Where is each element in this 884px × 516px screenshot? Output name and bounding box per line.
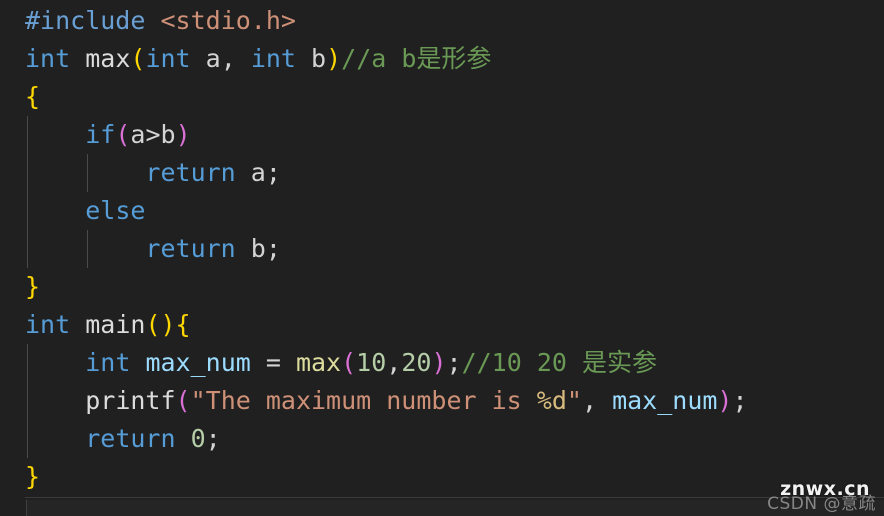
- code-line[interactable]: if(a>b): [0, 116, 884, 154]
- indent-guide: [87, 230, 88, 268]
- token-brace-open: {: [25, 82, 41, 111]
- token-var-b: b: [250, 234, 266, 263]
- token-var-max-num: max_num: [145, 348, 251, 377]
- token-param-a: a: [205, 44, 221, 73]
- token-number: 20: [401, 348, 432, 377]
- token-function-max: max: [85, 44, 131, 73]
- indent-guide: [27, 192, 28, 230]
- token-operator-gt: >: [145, 120, 161, 149]
- code-line[interactable]: {: [0, 78, 884, 116]
- indent-guide: [27, 382, 28, 420]
- token-semicolon: ;: [732, 386, 748, 415]
- token-paren-close: ): [175, 120, 191, 149]
- token-function-call-printf: printf: [85, 386, 176, 415]
- code-surface[interactable]: #include <stdio.h> int max(int a, int b)…: [0, 0, 884, 497]
- watermark-secondary: CSDN @意疏: [767, 494, 876, 514]
- token-paren-close: ): [326, 44, 342, 73]
- token-param-b: b: [311, 44, 327, 73]
- indent-guide: [87, 154, 88, 192]
- token-comment: //a b是形参: [341, 44, 492, 73]
- token-paren-open: (: [130, 44, 146, 73]
- token-var-a: a: [130, 120, 146, 149]
- code-line[interactable]: return a;: [0, 154, 884, 192]
- indent-guide: [27, 116, 28, 154]
- indent-guide: [27, 420, 28, 458]
- indent-guide: [27, 154, 28, 192]
- code-line[interactable]: printf("The maximum number is %d", max_n…: [0, 382, 884, 420]
- token-keyword-else: else: [85, 196, 146, 225]
- code-line[interactable]: }: [0, 268, 884, 306]
- token-preprocessor: #include: [25, 6, 146, 35]
- token-paren-close: ): [431, 348, 447, 377]
- token-semicolon: ;: [446, 348, 462, 377]
- token-comment: //10 20 是实参: [461, 348, 657, 377]
- token-keyword-int: int: [25, 310, 71, 339]
- token-keyword-int: int: [25, 44, 71, 73]
- token-semicolon: ;: [265, 234, 281, 263]
- token-keyword-return: return: [145, 158, 236, 187]
- token-brace-open: {: [175, 310, 191, 339]
- indent-guide: [27, 230, 28, 268]
- token-format-specifier: %d: [536, 386, 567, 415]
- token-keyword-if: if: [85, 120, 116, 149]
- panel-content-area: [26, 500, 884, 516]
- token-brace-close: }: [25, 462, 41, 491]
- token-parens: (): [145, 310, 176, 339]
- token-comma: ,: [581, 386, 613, 415]
- token-paren-close: ): [717, 386, 733, 415]
- code-line[interactable]: }: [0, 458, 884, 496]
- token-header-name: <stdio.h>: [160, 6, 296, 35]
- token-keyword-return: return: [85, 424, 176, 453]
- token-function-call-max: max: [295, 348, 342, 377]
- indent-guide: [27, 344, 28, 382]
- token-keyword-int: int: [145, 44, 191, 73]
- panel-separator: [25, 497, 884, 498]
- code-editor: #include <stdio.h> int max(int a, int b)…: [0, 0, 884, 516]
- token-number: 0: [190, 424, 206, 453]
- token-paren-open: (: [341, 348, 357, 377]
- token-comma: ,: [220, 44, 251, 73]
- token-keyword-int: int: [250, 44, 296, 73]
- code-line[interactable]: else: [0, 192, 884, 230]
- token-brace-close: }: [25, 272, 41, 301]
- code-line[interactable]: int main(){: [0, 306, 884, 344]
- token-var-max-num: max_num: [612, 386, 718, 415]
- token-keyword-return: return: [145, 234, 236, 263]
- token-paren-open: (: [115, 120, 131, 149]
- token-number: 10: [356, 348, 387, 377]
- token-semicolon: ;: [205, 424, 221, 453]
- token-string-end: ": [566, 386, 582, 415]
- token-semicolon: ;: [265, 158, 281, 187]
- token-comma: ,: [386, 348, 402, 377]
- token-operator-assign: =: [250, 348, 296, 377]
- code-line[interactable]: return 0;: [0, 420, 884, 458]
- token-string: "The maximum number is: [190, 386, 537, 415]
- token-keyword-int: int: [85, 348, 131, 377]
- token-var-b: b: [160, 120, 176, 149]
- code-line[interactable]: return b;: [0, 230, 884, 268]
- token-function-main: main: [85, 310, 146, 339]
- code-line[interactable]: #include <stdio.h>: [0, 2, 884, 40]
- token-var-a: a: [250, 158, 266, 187]
- token-paren-open: (: [175, 386, 191, 415]
- code-line[interactable]: int max(int a, int b)//a b是形参: [0, 40, 884, 78]
- code-line[interactable]: int max_num = max(10,20);//10 20 是实参: [0, 344, 884, 382]
